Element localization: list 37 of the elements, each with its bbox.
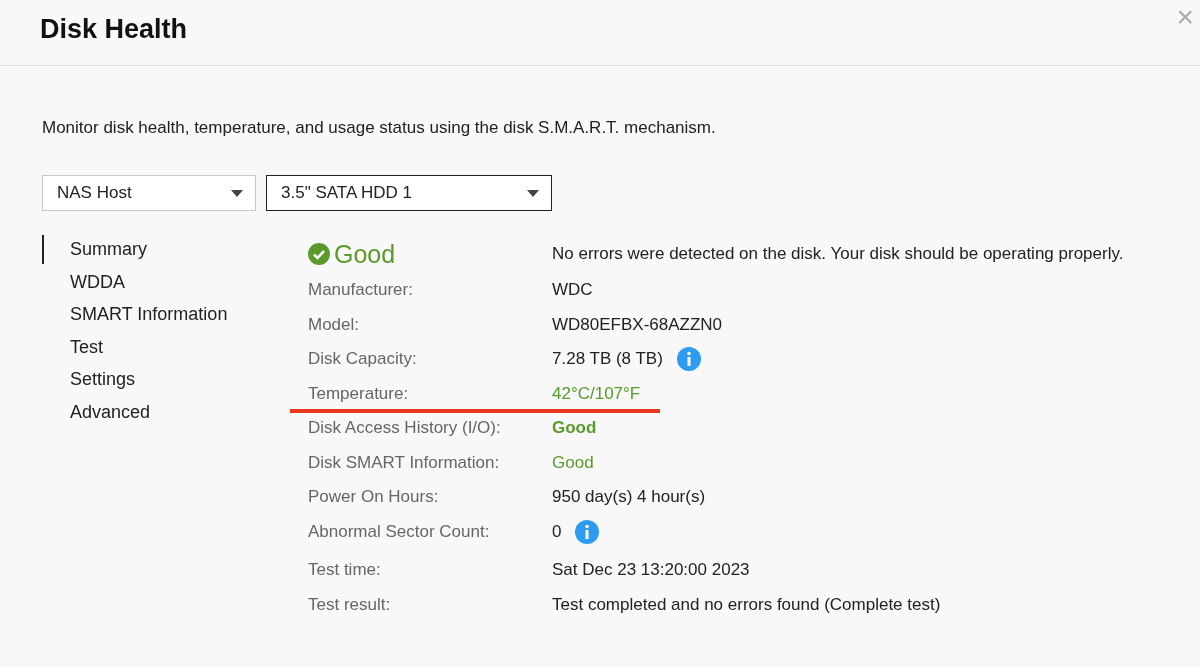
dropdown-select[interactable]: NAS Host xyxy=(42,175,256,211)
field-value: 950 day(s) 4 hour(s) xyxy=(552,487,706,508)
field-label: Disk Capacity: xyxy=(308,349,417,369)
field-label: Disk Access History (I/O): xyxy=(308,418,501,438)
description-text: Monitor disk health, temperature, and usage status using the disk S.M.A.R.T. mechanism. xyxy=(42,118,717,138)
field-label: Temperature: xyxy=(308,383,409,403)
field-label: Test result: xyxy=(308,594,391,614)
window-title: Disk Health xyxy=(40,14,188,45)
info-icon[interactable] xyxy=(575,519,600,544)
field-label: Abnormal Sector Count: xyxy=(308,521,490,541)
field-label: Test time: xyxy=(308,560,381,580)
field-value: WDC xyxy=(552,280,593,301)
field-label: Power On Hours: xyxy=(308,487,439,507)
dropdown-select[interactable]: 3.5" SATA HDD 1 xyxy=(266,175,552,211)
field-value: 0 xyxy=(552,521,562,542)
status-message: No errors were detected on the disk. Your disk should be operating properly. xyxy=(552,244,1124,264)
field-label: Disk SMART Information: xyxy=(308,452,500,472)
caret-icon xyxy=(231,189,243,197)
field-value: 7.28 TB (8 TB) xyxy=(552,349,663,370)
field-label: Manufacturer: xyxy=(308,280,413,300)
sidebar-item[interactable]: Advanced xyxy=(42,397,151,427)
check-icon xyxy=(308,243,330,265)
caret-icon xyxy=(527,189,539,197)
status-text: Good xyxy=(334,239,396,269)
sidebar-item[interactable]: Summary xyxy=(42,235,147,264)
field-value: Good xyxy=(552,452,594,473)
field-label: Model: xyxy=(308,314,360,334)
info-icon[interactable] xyxy=(676,347,701,372)
field-value: Good xyxy=(552,418,597,439)
sidebar-item[interactable]: SMART Information xyxy=(42,300,228,329)
field-value: 42°C/107°F xyxy=(552,383,641,404)
sidebar-item[interactable]: Settings xyxy=(42,365,136,394)
field-value: Sat Dec 23 13:20:00 2023 xyxy=(552,560,750,581)
sidebar-item[interactable]: Test xyxy=(42,332,103,362)
sidebar-item[interactable]: WDDA xyxy=(42,267,125,297)
field-value: WD80EFBX-68AZZN0 xyxy=(552,314,723,335)
field-value: Test completed and no errors found (Complete test) xyxy=(552,594,941,615)
